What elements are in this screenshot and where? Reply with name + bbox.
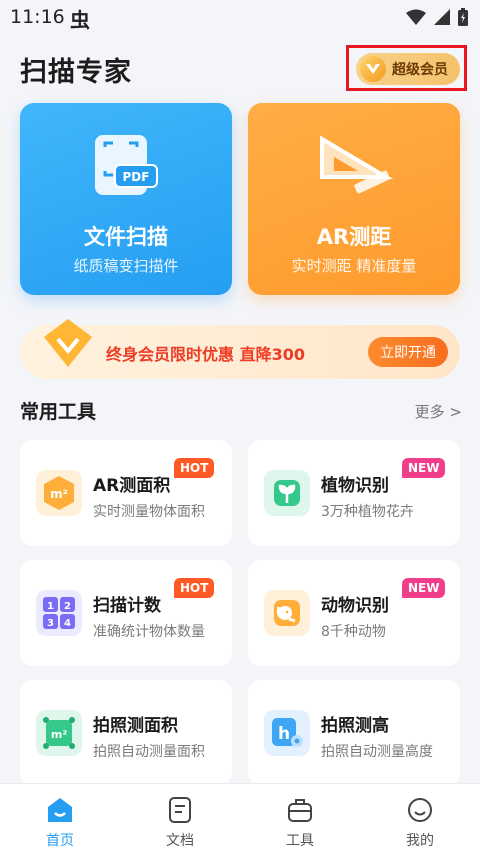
vip-button[interactable]: 超级会员: [356, 53, 460, 85]
hexagon-area-icon: m²: [36, 470, 82, 516]
promo-text: 终身会员限时优惠 直降300: [106, 345, 305, 364]
status-bar: 11:16 虫: [0, 0, 480, 36]
tool-name: 动物识别: [321, 596, 389, 616]
tool-scan-count[interactable]: 1 2 3 4 扫描计数 准确统计物体数量 HOT: [20, 560, 232, 666]
hot-tag: HOT: [174, 578, 215, 598]
status-indicators: [406, 8, 468, 26]
vip-diamond-icon: [42, 317, 94, 373]
tool-desc: 实时测量物体面积: [93, 504, 205, 520]
file-scan-title: 文件扫描: [84, 225, 168, 249]
file-scan-subtitle: 纸质稿变扫描件: [73, 257, 179, 275]
wifi-icon: [406, 9, 426, 25]
tab-label: 工具: [286, 833, 314, 849]
tool-name: AR测面积: [93, 476, 171, 496]
tab-home[interactable]: 首页: [0, 784, 120, 853]
status-time: 11:16: [10, 6, 65, 28]
activate-now-button[interactable]: 立即开通: [368, 337, 448, 367]
promo-banner[interactable]: 终身会员限时优惠 直降300 立即开通: [20, 319, 460, 379]
file-scan-card[interactable]: PDF 文件扫描 纸质稿变扫描件: [20, 103, 232, 295]
status-app-glyph: 虫: [70, 8, 90, 32]
signal-icon: [434, 9, 450, 25]
tool-desc: 拍照自动测量面积: [93, 744, 205, 760]
new-tag: NEW: [402, 578, 446, 598]
tool-animal-id[interactable]: 动物识别 8千种动物 NEW: [248, 560, 460, 666]
toolbox-icon: [288, 799, 312, 822]
grid-digit: 3: [47, 618, 54, 629]
tool-plant-id[interactable]: 植物识别 3万种植物花卉 NEW: [248, 440, 460, 546]
tab-label: 我的: [406, 833, 434, 849]
hot-tag: HOT: [174, 458, 215, 478]
more-link[interactable]: 更多 >: [415, 401, 462, 422]
triangle-ruler-icon: [314, 133, 394, 207]
area-icon-text: m²: [51, 728, 67, 741]
tool-name: 植物识别: [321, 476, 389, 496]
tab-documents[interactable]: 文档: [120, 784, 240, 853]
bottom-tab-bar: 首页 文档 工具 我的: [0, 783, 480, 853]
grid-digit: 4: [64, 618, 71, 629]
height-measure-icon: h: [264, 710, 310, 756]
ar-measure-subtitle: 实时测距 精准度量: [291, 257, 417, 275]
grid-digit: 2: [64, 601, 71, 612]
number-grid-icon: 1 2 3 4: [36, 590, 82, 636]
tool-name: 扫描计数: [93, 596, 161, 616]
tab-tools[interactable]: 工具: [240, 784, 360, 853]
tab-label: 首页: [46, 833, 74, 849]
document-icon: [169, 797, 191, 823]
plant-icon: [264, 470, 310, 516]
tool-photo-height[interactable]: h 拍照测高 拍照自动测量高度: [248, 680, 460, 786]
tab-label: 文档: [166, 833, 194, 849]
pdf-icon-text: PDF: [123, 170, 150, 184]
tab-profile[interactable]: 我的: [360, 784, 480, 853]
height-icon-text: h: [278, 724, 290, 744]
tool-desc: 8千种动物: [321, 624, 386, 640]
page-title: 扫描专家: [20, 57, 132, 88]
home-icon: [48, 798, 72, 822]
ar-measure-card[interactable]: AR测距 实时测距 精准度量: [248, 103, 460, 295]
section-title: 常用工具: [20, 401, 97, 423]
tool-ar-area[interactable]: m² AR测面积 实时测量物体面积 HOT: [20, 440, 232, 546]
tool-photo-area[interactable]: m² 拍照测面积 拍照自动测量面积: [20, 680, 232, 786]
tool-name: 拍照测高: [321, 716, 389, 736]
tool-desc: 准确统计物体数量: [93, 624, 205, 640]
scan-document-icon: PDF: [93, 133, 159, 201]
tool-desc: 3万种植物花卉: [321, 504, 414, 520]
area-icon-text: m²: [50, 487, 68, 501]
battery-icon: [458, 8, 468, 26]
tool-name: 拍照测面积: [93, 716, 178, 736]
photo-area-icon: m²: [36, 710, 82, 756]
new-tag: NEW: [402, 458, 446, 478]
smiley-user-icon: [408, 798, 432, 822]
vip-crown-icon: [360, 56, 386, 82]
tool-desc: 拍照自动测量高度: [321, 744, 433, 760]
vip-label: 超级会员: [392, 62, 448, 78]
grid-digit: 1: [47, 601, 54, 612]
ar-measure-title: AR测距: [316, 225, 392, 249]
dog-icon: [264, 590, 310, 636]
